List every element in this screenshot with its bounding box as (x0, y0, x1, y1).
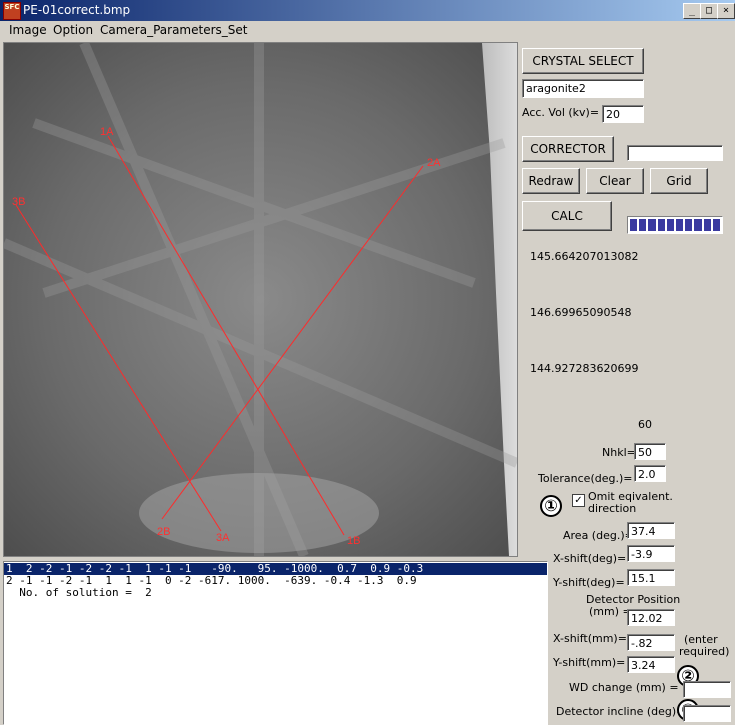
progress-segment (666, 219, 675, 231)
menu-camera-parameters-set[interactable]: Camera_Parameters_Set (100, 23, 247, 37)
close-button[interactable]: × (717, 3, 735, 19)
crystal-name-field[interactable]: aragonite2 (522, 79, 644, 98)
minimize-button[interactable]: _ (683, 3, 701, 19)
acc-vol-label: Acc. Vol (kv)= (522, 106, 600, 119)
detector-position-unit-label: (mm) = (589, 605, 632, 618)
diffraction-pattern-view[interactable]: 1A 1B 2A 2B 3B 3A (2, 41, 519, 558)
xshift-mm-label: X-shift(mm)= (553, 632, 627, 645)
xshift-deg-label: X-shift(deg)= (553, 552, 627, 565)
area-label: Area (deg.)= (563, 529, 634, 542)
label-1b: 1B (347, 535, 360, 547)
window-title: PE-01correct.bmp (23, 3, 131, 17)
crystal-select-button[interactable]: CRYSTAL SELECT (522, 48, 644, 74)
progress-segment (712, 219, 721, 231)
result-value-1: 145.664207013082 (530, 250, 639, 263)
label-1a: 1A (100, 126, 114, 138)
wd-change-label: WD change (mm) = (569, 681, 679, 694)
progress-segment (657, 219, 665, 231)
progress-segment (648, 219, 656, 231)
detector-incline-field[interactable] (683, 705, 731, 722)
calc-button[interactable]: CALC (522, 201, 612, 231)
acc-vol-field[interactable]: 20 (602, 105, 644, 123)
yshift-mm-label: Y-shift(mm)= (553, 656, 626, 669)
pattern-canvas[interactable]: 1A 1B 2A 2B 3B 3A (2, 41, 519, 558)
yshift-deg-label: Y-shift(deg)= (553, 576, 625, 589)
yshift-deg-field[interactable]: 15.1 (627, 569, 675, 586)
menu-bar: Image Option Camera_Parameters_Set (0, 21, 735, 40)
nhkl-field[interactable]: 50 (634, 443, 666, 460)
enter-note-2: required) (679, 645, 730, 658)
result-value-3: 144.927283620699 (530, 362, 639, 375)
progress-segment (676, 219, 684, 231)
progress-segment (685, 219, 693, 231)
corrector-status-field (627, 145, 723, 161)
label-2b: 2B (157, 526, 170, 538)
clear-button[interactable]: Clear (586, 168, 644, 194)
maximize-button[interactable]: □ (700, 3, 718, 19)
label-3b: 3B (12, 196, 25, 208)
wd-change-field[interactable] (683, 681, 731, 698)
count-value: 60 (638, 418, 652, 431)
progress-segment (630, 219, 638, 231)
yshift-mm-field[interactable]: 3.24 (627, 656, 675, 673)
app-icon: SFC (3, 2, 21, 20)
progress-segment (703, 219, 711, 231)
tolerance-field[interactable]: 2.0 (634, 465, 666, 482)
omit-equivalent-checkbox[interactable]: ✓ (572, 494, 585, 507)
marker-1: ① (540, 495, 562, 517)
label-3a: 3A (216, 532, 230, 544)
menu-option[interactable]: Option (53, 23, 93, 37)
detector-incline-label: Detector incline (deg)= (556, 705, 686, 718)
results-list[interactable]: 1 2 -2 -1 -2 -2 -1 1 -1 -1 -90. 95. -100… (3, 561, 548, 725)
detector-position-field[interactable]: 12.02 (627, 609, 675, 626)
solution-count: No. of solution = 2 (6, 586, 152, 599)
xshift-deg-field[interactable]: -3.9 (627, 545, 675, 562)
corrector-button[interactable]: CORRECTOR (522, 136, 614, 162)
bright-zone (139, 473, 379, 553)
menu-image[interactable]: Image (9, 23, 47, 37)
label-2a: 2A (427, 157, 441, 169)
grid-button[interactable]: Grid (650, 168, 708, 194)
progress-segment (694, 219, 702, 231)
result-value-2: 146.69965090548 (530, 306, 632, 319)
progress-bar (627, 216, 723, 234)
area-field[interactable]: 37.4 (627, 522, 675, 539)
xshift-mm-field[interactable]: -.82 (627, 634, 675, 651)
redraw-button[interactable]: Redraw (522, 168, 580, 194)
omit-label-2: direction (588, 502, 637, 515)
nhkl-label: Nhkl= (602, 446, 636, 459)
tolerance-label: Tolerance(deg.)= (538, 472, 633, 485)
title-bar[interactable]: SFC PE-01correct.bmp _ □ × (0, 0, 735, 21)
progress-segment (639, 219, 647, 231)
